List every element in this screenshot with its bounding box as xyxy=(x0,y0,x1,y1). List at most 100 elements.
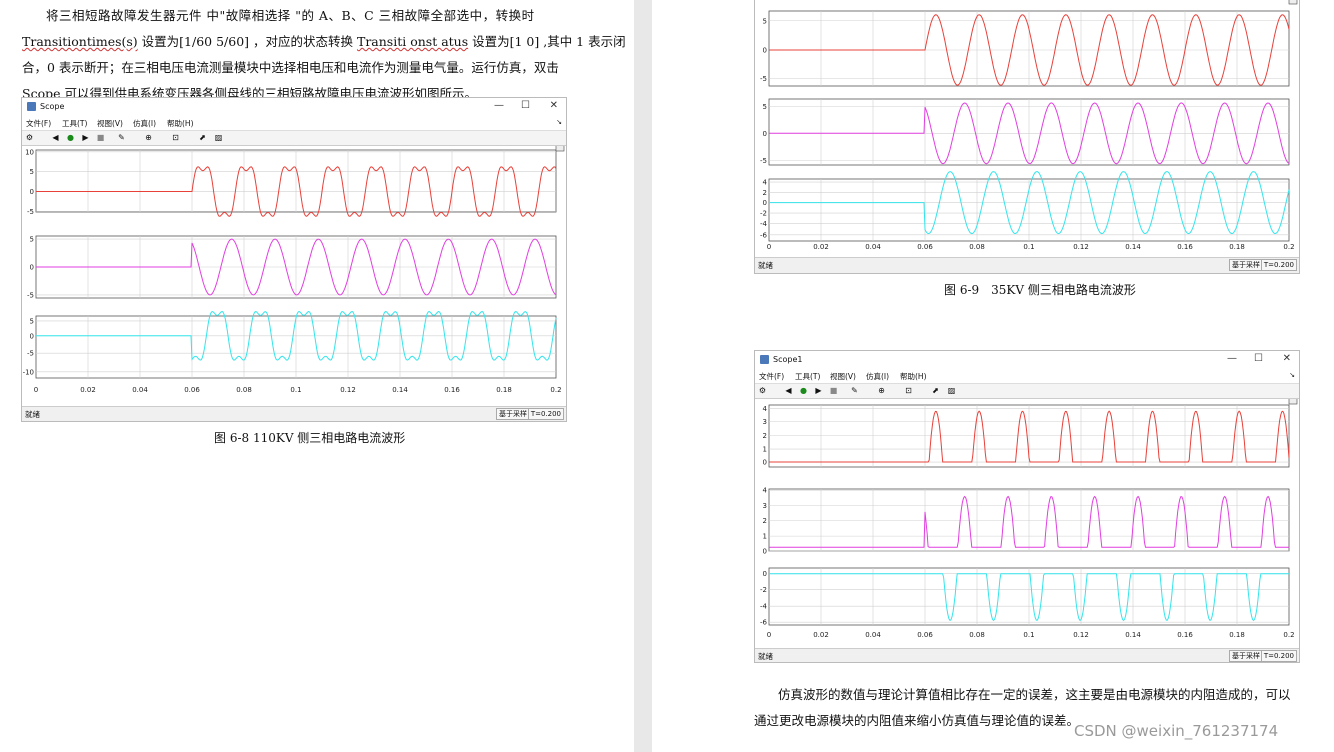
left-document-page: 将三相短路故障发生器元件 中"故障相选择 "的 A、B、C 三相故障全部选中，转… xyxy=(0,0,634,752)
y-tick-label: 5 xyxy=(30,168,34,176)
menu-simulation[interactable]: 仿真(I) xyxy=(133,118,156,129)
minimize-icon[interactable]: — xyxy=(494,100,504,111)
style-icon[interactable]: ▨ xyxy=(214,133,223,142)
x-tick-label: 0.14 xyxy=(1125,243,1141,251)
y-tick-label: 4 xyxy=(763,405,768,413)
x-tick-label: 0.14 xyxy=(392,386,408,394)
y-tick-label: 0 xyxy=(763,548,767,556)
settings-icon[interactable]: ⚙ xyxy=(758,386,767,395)
step-back-icon[interactable]: ◀ xyxy=(784,386,793,395)
run-icon[interactable]: ● xyxy=(66,133,75,142)
scope-panel-1: 5 0 -5 xyxy=(760,10,1290,87)
x-tick-label: 0.08 xyxy=(236,386,252,394)
y-tick-label: 2 xyxy=(763,432,767,440)
y-tick-label: 5 xyxy=(763,17,767,25)
minimize-icon[interactable]: — xyxy=(1227,353,1237,364)
x-tick-label: 0.04 xyxy=(865,243,881,251)
paragraph-line-1: 将三相短路故障发生器元件 中"故障相选择 "的 A、B、C 三相故障全部选中，转… xyxy=(46,8,535,23)
menu-tools[interactable]: 工具(T) xyxy=(795,371,820,382)
undock-icon[interactable] xyxy=(1288,399,1298,405)
undock-icon[interactable] xyxy=(1288,0,1298,5)
x-tick-label: 0.16 xyxy=(444,386,460,394)
scope-statusbar: 就绪 基于采样 T=0.200 xyxy=(22,406,566,420)
y-tick-label: -6 xyxy=(760,231,768,239)
menu-help[interactable]: 帮助(H) xyxy=(900,371,927,382)
highlight-icon[interactable]: ✎ xyxy=(117,133,126,142)
status-text: 就绪 xyxy=(25,410,40,419)
scope-statusbar: 就绪 基于采样 T=0.200 xyxy=(755,648,1299,662)
y-tick-label: 2 xyxy=(763,517,767,525)
y-tick-label: 1 xyxy=(763,533,767,541)
x-tick-label: 0.04 xyxy=(865,631,881,639)
settings-icon[interactable]: ⚙ xyxy=(25,133,34,142)
step-forward-icon[interactable]: ▶ xyxy=(814,386,823,395)
y-tick-label: 2 xyxy=(763,189,767,197)
undock-icon[interactable] xyxy=(555,146,565,152)
y-tick-label: 0 xyxy=(763,130,767,138)
stop-icon[interactable]: ■ xyxy=(96,133,105,142)
menu-simulation[interactable]: 仿真(I) xyxy=(866,371,889,382)
scope-titlebar: Scope1 — ☐ ✕ xyxy=(755,351,1299,369)
scope-app-icon xyxy=(760,355,769,364)
cursor-icon[interactable]: ⬈ xyxy=(198,133,207,142)
step-forward-icon[interactable]: ▶ xyxy=(81,133,90,142)
menu-view[interactable]: 视图(V) xyxy=(830,371,856,382)
time-readout: T=0.200 xyxy=(527,408,564,420)
cursor-icon[interactable]: ⬈ xyxy=(931,386,940,395)
pin-icon[interactable]: ↘ xyxy=(556,118,562,126)
highlight-icon[interactable]: ✎ xyxy=(850,386,859,395)
y-tick-label: -5 xyxy=(27,291,34,299)
run-icon[interactable]: ● xyxy=(799,386,808,395)
zoom-icon[interactable]: ⊕ xyxy=(144,133,153,142)
x-tick-label: 0.02 xyxy=(813,631,829,639)
y-tick-label: -4 xyxy=(760,220,768,228)
y-tick-label: -5 xyxy=(27,208,34,216)
menu-file[interactable]: 文件(F) xyxy=(26,118,51,129)
scope-statusbar: 就绪 基于采样 T=0.200 xyxy=(755,257,1299,271)
style-icon[interactable]: ▨ xyxy=(947,386,956,395)
scope-plot-svg: 5 0 -5 5 0 -5 4 2 0 -2 -4 -6 0 0.02 0.04 0.06 0.08 0.1 0.1… xyxy=(760,0,1298,251)
fit-icon[interactable]: ⊡ xyxy=(904,386,913,395)
paragraph-line-2: Transitiontimes(s) 设置为[1/60 5/60] ，对应的状态… xyxy=(22,34,626,49)
scope-plot-svg: 10 5 0 -5 5 0 -5 5 0 -5 -10 0 0.02 0.04 0.06 0.08 0.1 0.1… xyxy=(23,146,565,394)
y-tick-label: 5 xyxy=(30,236,34,244)
step-back-icon[interactable]: ◀ xyxy=(51,133,60,142)
paragraph-line-3: 合，0 表示断开；在三相电压电流测量模块中选择相电压和电流作为测量电气量。运行仿… xyxy=(22,60,559,75)
menu-view[interactable]: 视图(V) xyxy=(97,118,123,129)
x-tick-label: 0.2 xyxy=(1283,631,1294,639)
scope-plot-svg: 4 3 2 1 0 4 3 2 1 0 0 -2 -4 -6 0 0.02 0.04 0.06 0.08 0.1 0.1… xyxy=(760,399,1298,639)
maximize-icon[interactable]: ☐ xyxy=(1254,353,1263,364)
scope-panel-3: 0 -2 -4 -6 xyxy=(760,567,1290,627)
figure-caption: 图 6-9 35KV 侧三相电路电流波形 xyxy=(944,283,1136,297)
menu-help[interactable]: 帮助(H) xyxy=(167,118,194,129)
x-tick-label: 0.12 xyxy=(1073,631,1089,639)
close-icon[interactable]: ✕ xyxy=(550,100,558,111)
sample-mode-label: 基于采样 xyxy=(496,408,530,420)
y-tick-label: 0 xyxy=(763,459,767,467)
menu-tools[interactable]: 工具(T) xyxy=(62,118,87,129)
scope-plot-area: 10 5 0 -5 5 0 -5 5 0 -5 -10 0 0.02 0.04 0.06 0.08 0.1 0.1… xyxy=(22,146,566,406)
x-tick-label: 0.08 xyxy=(969,243,985,251)
x-tick-label: 0.1 xyxy=(1023,631,1034,639)
menu-file[interactable]: 文件(F) xyxy=(759,371,784,382)
scope-plot-area: 4 3 2 1 0 4 3 2 1 0 0 -2 -4 -6 0 0.02 0.04 0.06 0.08 0.1 0.1… xyxy=(755,399,1299,648)
x-tick-label: 0 xyxy=(767,243,771,251)
x-tick-label: 0 xyxy=(34,386,38,394)
x-tick-label: 0.1 xyxy=(290,386,301,394)
zoom-icon[interactable]: ⊕ xyxy=(877,386,886,395)
csdn-watermark: CSDN @weixin_761237174 xyxy=(1074,722,1279,740)
x-tick-label: 0.06 xyxy=(184,386,200,394)
fit-icon[interactable]: ⊡ xyxy=(171,133,180,142)
scope-toolbar: ⚙ ◀ ● ▶ ■ ✎ ⊕ ⊡ ⬈ ▨ xyxy=(22,130,566,146)
maximize-icon[interactable]: ☐ xyxy=(521,100,530,111)
scope-panel-1: 4 3 2 1 0 xyxy=(763,404,1290,468)
y-tick-label: 0 xyxy=(30,188,34,196)
pin-icon[interactable]: ↘ xyxy=(1289,371,1295,379)
x-tick-label: 0.02 xyxy=(80,386,96,394)
scope-window: Scope1 — ☐ ✕ 文件(F) 工具(T) 视图(V) 仿真(I) 帮助(… xyxy=(754,350,1300,663)
figure-caption: 图 6-8 110KV 侧三相电路电流波形 xyxy=(214,431,406,445)
stop-icon[interactable]: ■ xyxy=(829,386,838,395)
close-icon[interactable]: ✕ xyxy=(1283,353,1291,364)
y-tick-label: 1 xyxy=(763,446,767,454)
x-tick-label: 0.18 xyxy=(496,386,512,394)
